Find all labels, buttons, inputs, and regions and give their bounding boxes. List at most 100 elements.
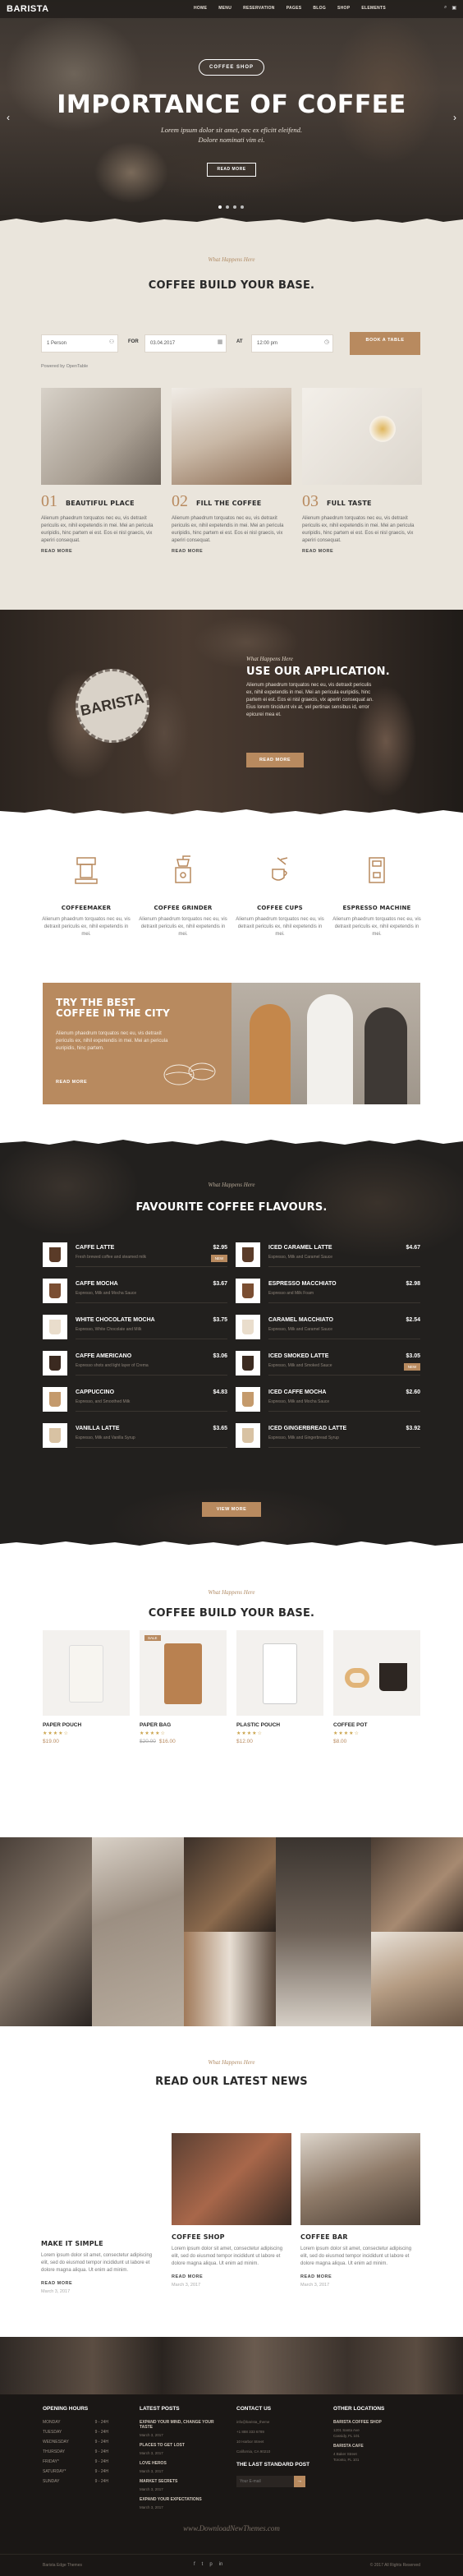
nav-item-menu[interactable]: MENU [218, 6, 232, 11]
slider-dot[interactable] [233, 205, 236, 209]
post-title[interactable]: COFFEE BAR [300, 2233, 420, 2241]
card-image [41, 388, 161, 485]
product-card[interactable]: SALE PAPER BAG ★★★★☆ $20.00 $16.00 [140, 1630, 227, 1744]
nav-item-blog[interactable]: BLOG [313, 6, 326, 11]
product-image[interactable] [236, 1630, 323, 1716]
feature-card: 02 FILL THE COFFEE Alienum phaedrum torq… [172, 388, 291, 554]
product-image[interactable] [43, 1630, 130, 1716]
contact-city: California, CA 90210 [236, 2449, 271, 2454]
gallery-photo[interactable] [184, 1932, 276, 2026]
day-label: THURSDAY [43, 2449, 66, 2454]
time-field[interactable]: 12:00 pm [251, 334, 333, 353]
calendar-icon[interactable]: ▦ [215, 338, 225, 348]
menu-item[interactable]: ICED GINGERBREAD LATTE Espresso, Milk and… [236, 1423, 420, 1449]
product-name[interactable]: COFFEE POT [333, 1722, 420, 1728]
card-text: Alienum phaedrum torquatos nec eu, vis d… [302, 516, 415, 543]
menu-item[interactable]: ICED SMOKED LATTE Espresso, Milk and Smok… [236, 1351, 420, 1377]
hero-subtitle-line-1: Lorem ipsum dolor sit amet, nec ex efici… [160, 126, 302, 134]
post-image[interactable] [300, 2133, 420, 2225]
product-image[interactable]: SALE [140, 1630, 227, 1716]
linkedin-icon[interactable]: in [219, 2562, 223, 2567]
menu-item[interactable]: ICED CARAMEL LATTE Espresso, Milk and Car… [236, 1242, 420, 1269]
app-read-more-button[interactable]: READ MORE [246, 753, 304, 767]
search-icon[interactable]: ⌕ [444, 5, 447, 11]
coffee-cup-icon [242, 1428, 254, 1443]
person-figure [364, 1007, 407, 1104]
card-title: FILL THE COFFEE [196, 500, 262, 507]
menu-item-description: Fresh brewed coffee and steamed milk [76, 1255, 147, 1260]
footer-post-link[interactable]: EXPAND YOUR MIND, CHANGE YOUR TASTE [140, 2420, 222, 2430]
divider [268, 1266, 420, 1267]
equipment-section: COFFEEMAKER Alienum phaedrum torquatos n… [0, 817, 463, 1137]
promo-banner: TRY THE BEST COFFEE IN THE CITY Alienum … [43, 983, 420, 1104]
menu-item[interactable]: ESPRESSO MACCHIATO Espresso and Milk Foam… [236, 1279, 420, 1305]
pinterest-icon[interactable]: p [209, 2562, 212, 2567]
card-read-more-link[interactable]: READ MORE [172, 549, 203, 554]
post-date: March 3, 2017 [172, 2283, 201, 2288]
nav-item-elements[interactable]: ELEMENTS [361, 6, 386, 11]
post-read-more-link[interactable]: READ MORE [41, 2281, 161, 2286]
menu-item[interactable]: CAPPUCCINO Espresso, and Smoothed Milk $4.… [43, 1387, 227, 1413]
gallery-photo[interactable] [0, 1837, 92, 2026]
contact-us: CONTACT US info@barista_theme +1 888 333… [236, 2406, 319, 2487]
post-image[interactable] [172, 2133, 291, 2225]
equipment-text: Alienum phaedrum torquatos nec eu, vis d… [139, 917, 227, 937]
book-table-button[interactable]: BOOK A TABLE [350, 332, 420, 355]
nav-item-shop[interactable]: SHOP [337, 6, 350, 11]
product-name[interactable]: PAPER BAG [140, 1722, 227, 1728]
footer-post-link[interactable]: PLACES TO GET LOST [140, 2443, 222, 2448]
date-field[interactable]: 03.04.2017 [144, 334, 227, 353]
main-menu: HOME MENU RESERVATION PAGES BLOG SHOP EL… [194, 6, 386, 11]
torn-edge [0, 1137, 463, 1145]
clock-icon[interactable]: ◷ [322, 338, 332, 348]
newsletter-submit-button[interactable]: → [294, 2476, 305, 2487]
footer-post-link[interactable]: MARKET SECRETS [140, 2479, 222, 2484]
menu-item[interactable]: VANILLA LATTE Espresso, Milk and Vanilla … [43, 1423, 227, 1449]
menu-item[interactable]: CAFFE LATTE Fresh brewed coffee and steam… [43, 1242, 227, 1269]
menu-item-description: Espresso shots and light layer of Crema [76, 1363, 149, 1368]
site-logo[interactable]: BARISTA [7, 4, 49, 14]
post-read-more-link[interactable]: READ MORE [300, 2274, 420, 2279]
contact-email[interactable]: info@barista_theme [236, 2420, 319, 2424]
slider-dot[interactable] [226, 205, 229, 209]
gallery-photo[interactable] [184, 1837, 276, 1932]
footer-post-link[interactable]: EXPAND YOUR EXPECTATIONS [140, 2497, 222, 2502]
facebook-icon[interactable]: f [194, 2562, 195, 2567]
footer-heading: THE LAST STANDARD POST [236, 2462, 310, 2468]
post-read-more-link[interactable]: READ MORE [172, 2274, 291, 2279]
menu-item[interactable]: WHITE CHOCOLATE MOCHA Espresso, White Cho… [43, 1315, 227, 1341]
slider-dot[interactable] [218, 205, 222, 209]
product-card[interactable]: PLASTIC POUCH ★★★★☆ $12.00 [236, 1630, 323, 1744]
menu-item[interactable]: CAFFE AMERICANO Espresso shots and light … [43, 1351, 227, 1377]
menu-item[interactable]: CARAMEL MACCHIATO Espresso, Milk and Cara… [236, 1315, 420, 1341]
product-image[interactable] [333, 1630, 420, 1716]
slider-dot[interactable] [241, 205, 244, 209]
menu-item[interactable]: CAFFE MOCHA Espresso, Milk and Mocha Sauc… [43, 1279, 227, 1305]
cart-icon[interactable]: ▣ [452, 5, 456, 11]
nav-item-pages[interactable]: PAGES [287, 6, 302, 11]
instagram-strip[interactable] [0, 2337, 463, 2394]
post-title[interactable]: MAKE IT SIMPLE [41, 2240, 161, 2247]
gallery-photo[interactable] [371, 1932, 463, 2026]
nav-item-home[interactable]: HOME [194, 6, 207, 11]
gallery-photo[interactable] [371, 1837, 463, 1932]
gallery-photo[interactable] [276, 1837, 371, 2026]
menu-item[interactable]: ICED CAFFE MOCHA Espresso, Milk and Mocha… [236, 1387, 420, 1413]
product-name[interactable]: PAPER POUCH [43, 1722, 130, 1728]
card-read-more-link[interactable]: READ MORE [302, 549, 333, 554]
view-more-button[interactable]: VIEW MORE [202, 1502, 261, 1517]
product-card[interactable]: PAPER POUCH ★★★★☆ $19.00 [43, 1630, 130, 1744]
card-read-more-link[interactable]: READ MORE [41, 549, 72, 554]
product-name[interactable]: PLASTIC POUCH [236, 1722, 323, 1728]
footer-post-link[interactable]: LOVE HEROS [140, 2461, 222, 2466]
newsletter-email-input[interactable] [236, 2476, 294, 2487]
post-title[interactable]: COFFEE SHOP [172, 2233, 291, 2241]
promo-read-more-link[interactable]: READ MORE [56, 1080, 87, 1085]
hero-read-more-button[interactable]: READ MORE [207, 163, 256, 177]
coffee-cup-icon [49, 1392, 61, 1407]
gallery-photo[interactable] [92, 1837, 184, 2026]
nav-item-reservation[interactable]: RESERVATION [243, 6, 275, 11]
card-number: 01 [41, 492, 57, 510]
twitter-icon[interactable]: t [202, 2562, 204, 2567]
product-card[interactable]: COFFEE POT ★★★★☆ $8.00 [333, 1630, 420, 1744]
